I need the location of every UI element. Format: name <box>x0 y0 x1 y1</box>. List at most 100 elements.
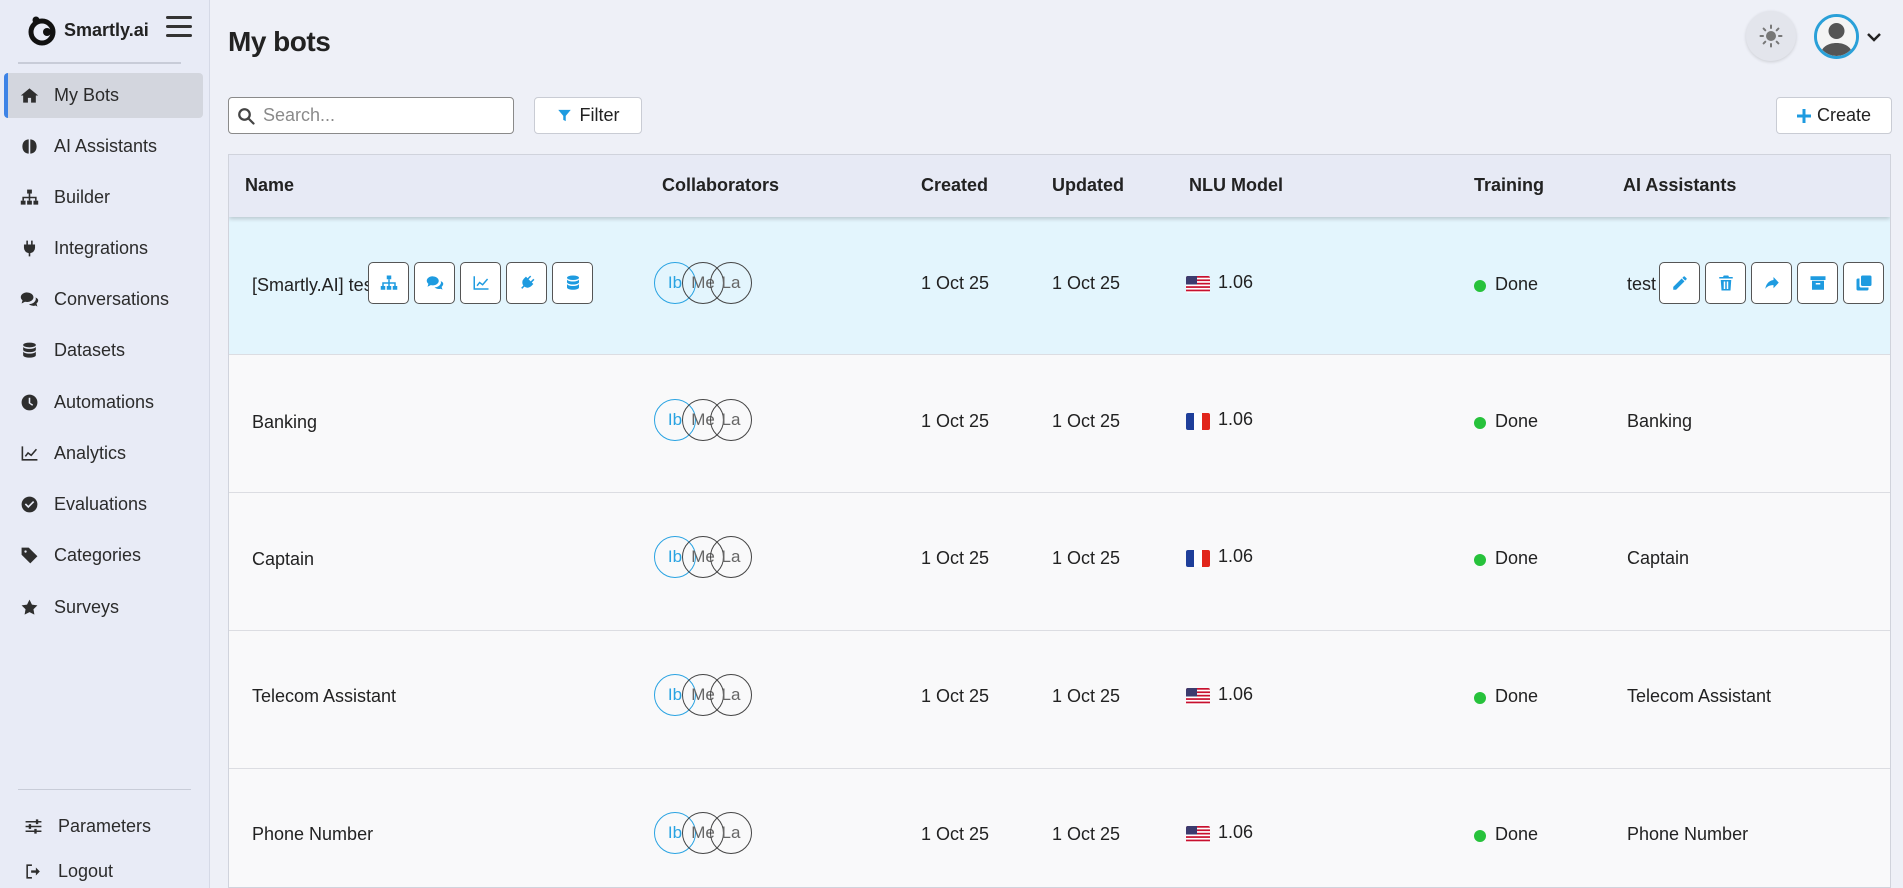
fr-flag-icon <box>1186 550 1210 567</box>
sidebar-item-automations[interactable]: Automations <box>4 380 203 425</box>
bots-table: Name Collaborators Created Updated NLU M… <box>228 154 1891 888</box>
updated-date: 1 Oct 25 <box>1052 548 1121 568</box>
collaborator-avatar[interactable]: La <box>710 399 752 441</box>
chevron-down-icon <box>1867 32 1881 42</box>
archive-icon <box>1810 276 1825 290</box>
sidebar-item-builder[interactable]: Builder <box>4 175 203 220</box>
updated-date: 1 Oct 25 <box>1052 273 1121 293</box>
column-header-updated[interactable]: Updated <box>1052 175 1124 196</box>
plug-icon <box>520 275 534 289</box>
analytics-action-button[interactable] <box>460 262 501 304</box>
table-row[interactable]: Telecom Assistant Ib Me La 1 Oct 25 1 Oc… <box>229 631 1890 769</box>
sidebar-item-analytics[interactable]: Analytics <box>4 431 203 476</box>
sliders-icon <box>22 817 44 837</box>
us-flag-icon <box>1186 826 1210 843</box>
sidebar-item-label: Datasets <box>54 340 126 360</box>
chart-line-icon <box>473 276 488 290</box>
share-button[interactable] <box>1751 262 1792 304</box>
archive-button[interactable] <box>1797 262 1838 304</box>
integrations-action-button[interactable] <box>506 262 547 304</box>
edit-button[interactable] <box>1659 262 1700 304</box>
create-button[interactable]: Create <box>1776 97 1892 134</box>
training-status: Done <box>1495 548 1539 568</box>
sidebar-item-label: Evaluations <box>54 494 148 514</box>
sidebar-item-label: My Bots <box>54 85 120 105</box>
chart-line-icon <box>18 444 40 464</box>
table-row[interactable]: [Smartly.AI] test Ib Me La 1 Oct 25 1 Oc… <box>229 217 1890 355</box>
menu-toggle-icon[interactable] <box>166 16 192 38</box>
column-header-nlu-model[interactable]: NLU Model <box>1189 175 1283 196</box>
sidebar-item-label: Surveys <box>54 597 120 617</box>
logout-icon <box>22 862 44 882</box>
status-done-icon <box>1474 692 1486 704</box>
delete-button[interactable] <box>1705 262 1746 304</box>
sidebar-item-conversations[interactable]: Conversations <box>4 277 203 322</box>
column-header-collaborators[interactable]: Collaborators <box>662 175 779 196</box>
bot-name[interactable]: Telecom Assistant <box>252 686 396 707</box>
sidebar-item-label: Categories <box>54 545 142 565</box>
sidebar-item-label: Logout <box>58 861 114 881</box>
sidebar-item-evaluations[interactable]: Evaluations <box>4 482 203 527</box>
brand[interactable]: Smartly.ai <box>26 14 149 46</box>
sidebar-item-ai-assistants[interactable]: AI Assistants <box>4 124 203 169</box>
tag-icon <box>18 546 40 566</box>
conversations-action-button[interactable] <box>414 262 455 304</box>
nlu-model-version: 1.06 <box>1218 822 1254 842</box>
status-done-icon <box>1474 554 1486 566</box>
sidebar-item-label: Builder <box>54 187 111 207</box>
avatar <box>1814 14 1859 59</box>
ai-assistant-name[interactable]: Phone Number <box>1627 824 1748 845</box>
search-input[interactable] <box>263 105 503 126</box>
collaborator-avatar[interactable]: La <box>710 674 752 716</box>
clock-icon <box>18 393 40 413</box>
bot-name[interactable]: Phone Number <box>252 824 373 845</box>
updated-date: 1 Oct 25 <box>1052 686 1121 706</box>
column-header-created[interactable]: Created <box>921 175 988 196</box>
bot-name[interactable]: [Smartly.AI] test <box>252 275 369 296</box>
datasets-action-button[interactable] <box>552 262 593 304</box>
table-row[interactable]: Phone Number Ib Me La 1 Oct 25 1 Oct 25 … <box>229 769 1890 887</box>
table-header: Name Collaborators Created Updated NLU M… <box>229 155 1890 217</box>
collaborator-avatar[interactable]: La <box>710 536 752 578</box>
sidebar-item-my-bots[interactable]: My Bots <box>4 73 203 118</box>
ai-assistant-name[interactable]: Telecom Assistant <box>1627 686 1771 707</box>
builder-action-button[interactable] <box>368 262 409 304</box>
sidebar-item-logout[interactable]: Logout <box>8 849 207 888</box>
duplicate-button[interactable] <box>1843 262 1884 304</box>
collaborator-avatar[interactable]: La <box>710 262 752 304</box>
filter-label: Filter <box>579 105 620 125</box>
sidebar-item-datasets[interactable]: Datasets <box>4 328 203 373</box>
bot-name[interactable]: Captain <box>252 549 314 570</box>
user-menu[interactable] <box>1814 14 1881 59</box>
table-row[interactable]: Captain Ib Me La 1 Oct 25 1 Oct 25 1.06 … <box>229 493 1890 631</box>
trash-icon <box>1718 275 1733 291</box>
sidebar-item-parameters[interactable]: Parameters <box>8 804 207 849</box>
ai-assistant-name[interactable]: test <box>1627 274 1656 295</box>
comments-icon <box>426 276 443 290</box>
bot-name[interactable]: Banking <box>252 412 317 433</box>
column-header-name[interactable]: Name <box>245 175 294 196</box>
collaborator-avatar[interactable]: La <box>710 812 752 854</box>
share-icon <box>1764 277 1779 289</box>
us-flag-icon <box>1186 276 1210 293</box>
table-row[interactable]: Banking Ib Me La 1 Oct 25 1 Oct 25 1.06 … <box>229 355 1890 493</box>
search-box[interactable] <box>228 97 514 134</box>
sidebar-item-integrations[interactable]: Integrations <box>4 226 203 271</box>
sidebar-item-surveys[interactable]: Surveys <box>4 585 203 630</box>
comments-icon <box>18 290 40 310</box>
star-icon <box>18 598 40 618</box>
status-done-icon <box>1474 417 1486 429</box>
sidebar-item-label: AI Assistants <box>54 136 158 156</box>
create-label: Create <box>1816 105 1872 125</box>
theme-toggle-button[interactable] <box>1746 11 1796 61</box>
column-header-ai-assistants[interactable]: AI Assistants <box>1623 175 1736 196</box>
sidebar-item-label: Parameters <box>58 816 152 836</box>
column-header-training[interactable]: Training <box>1474 175 1544 196</box>
status-done-icon <box>1474 830 1486 842</box>
sidebar-item-categories[interactable]: Categories <box>4 533 203 578</box>
ai-assistant-name[interactable]: Captain <box>1627 548 1689 569</box>
user-avatar-icon <box>1817 17 1856 56</box>
filter-button[interactable]: Filter <box>534 97 642 134</box>
ai-assistant-name[interactable]: Banking <box>1627 411 1692 432</box>
created-date: 1 Oct 25 <box>921 411 990 431</box>
